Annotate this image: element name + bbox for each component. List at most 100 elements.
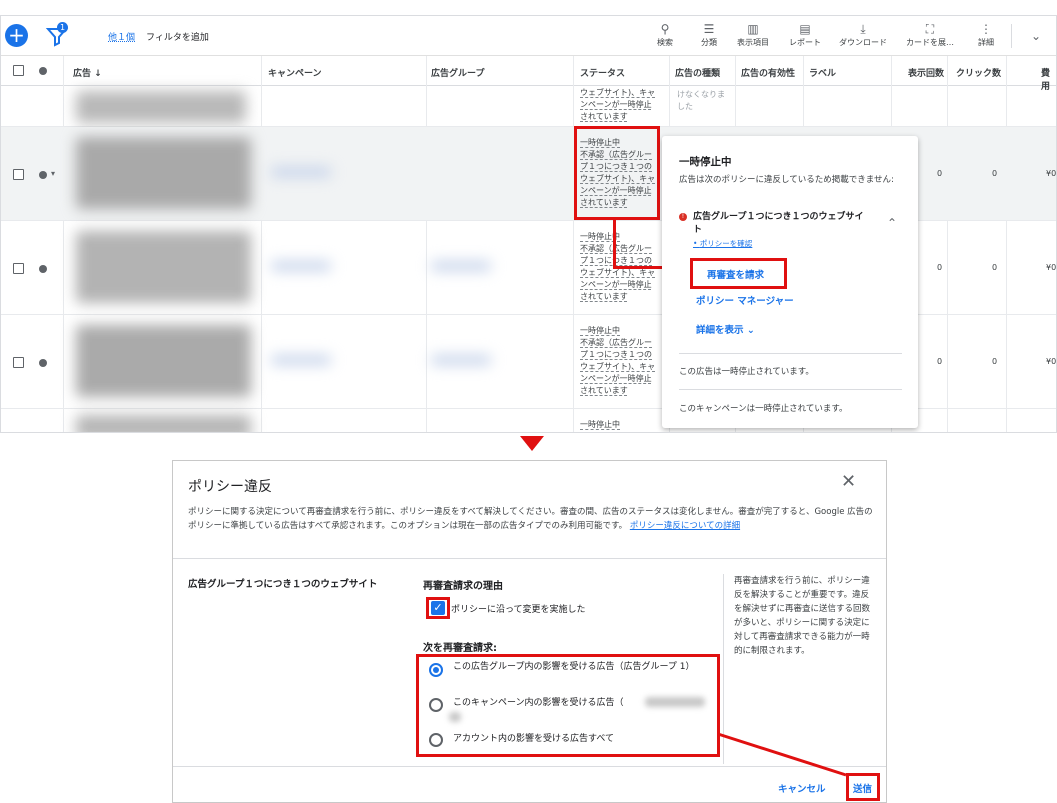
search-label: 検索: [657, 38, 673, 47]
impressions-cell: 0: [937, 263, 943, 272]
ad-type-cell: けなくなりま した: [677, 89, 732, 113]
status-line[interactable]: 一時停止中: [580, 419, 662, 431]
toolbar-divider: [1011, 24, 1012, 48]
col-clicks[interactable]: クリック数: [956, 66, 1001, 79]
status-line[interactable]: ウェブサイト)、キャ: [580, 87, 662, 99]
row-checkbox[interactable]: [13, 263, 24, 274]
cost-cell: ¥0: [1046, 169, 1057, 178]
col-impressions[interactable]: 表示回数: [908, 66, 944, 79]
status-line[interactable]: ンペーンが一時停止: [580, 99, 662, 111]
status-line[interactable]: プ１つにつき１つの: [580, 349, 662, 361]
ad-thumbnail-blurred: [76, 415, 251, 432]
status-line[interactable]: されています: [580, 111, 662, 123]
chevron-down-icon[interactable]: ⌄: [1031, 29, 1041, 43]
select-all-checkbox[interactable]: [13, 65, 24, 76]
dialog-divider: [173, 558, 886, 559]
ad-type-line: した: [677, 102, 693, 111]
segment-button[interactable]: ☰ 分類: [701, 22, 717, 48]
columns-label: 表示項目: [737, 38, 769, 47]
toolbar: + 1 他１個 フィルタを追加 ⚲ 検索 ☰ 分類 ▥ 表示項目 ▤ レポート ⤓ ダウン…: [1, 16, 1056, 56]
ad-thumbnail-blurred: [76, 231, 251, 303]
show-details-link[interactable]: 詳細を表示 ⌄: [696, 322, 755, 336]
segment-label: 分類: [701, 38, 717, 47]
paused-status-icon[interactable]: [39, 171, 47, 179]
add-button[interactable]: +: [5, 24, 28, 47]
ad-type-line: けなくなりま: [677, 90, 725, 99]
policy-manager-link[interactable]: ポリシー マネージャー: [696, 293, 794, 307]
status-popup: 一時停止中 広告は次のポリシーに違反しているため掲載できません: ! 広告グルー…: [662, 136, 918, 428]
paused-status-icon: [39, 265, 47, 273]
status-line[interactable]: 一時停止中: [580, 231, 662, 243]
reason-heading: 再審査請求の理由: [423, 581, 503, 592]
status-line[interactable]: ンペーンが一時停止: [580, 373, 662, 385]
col-campaign[interactable]: キャンペーン: [268, 66, 322, 79]
campaign-link-blurred[interactable]: [271, 355, 331, 365]
cost-cell: ¥0: [1046, 357, 1057, 366]
ad-paused-note: この広告は一時停止されています。: [679, 367, 814, 377]
table-header: 広告 ↓ キャンペーン 広告グループ ステータス 広告の種類 広告の有効性 ラベ…: [1, 56, 1056, 92]
impressions-cell: 0: [937, 169, 943, 178]
report-button[interactable]: ▤ レポート: [789, 22, 821, 48]
columns-button[interactable]: ▥ 表示項目: [737, 22, 769, 48]
campaign-link-blurred[interactable]: [271, 167, 331, 177]
adgroup-link-blurred[interactable]: [431, 261, 491, 271]
status-line[interactable]: ウェブサイト)、キャ: [580, 361, 662, 373]
submit-highlight-box: [846, 773, 880, 801]
clicks-cell: 0: [992, 263, 998, 272]
more-filters-link[interactable]: 他１個: [108, 30, 135, 43]
show-details-label: 詳細を表示: [696, 325, 744, 336]
dialog-description-text: ポリシーに関する決定について再審査請求を行う前に、ポリシー違反をすべて解決してく…: [188, 507, 873, 531]
callout-arrow-line: [613, 220, 616, 268]
ads-table-panel: + 1 他１個 フィルタを追加 ⚲ 検索 ☰ 分類 ▥ 表示項目 ▤ レポート ⤓ ダウン…: [0, 15, 1057, 433]
status-line[interactable]: 一時停止中: [580, 325, 662, 337]
table-row[interactable]: ウェブサイト)、キャ ンペーンが一時停止 されています けなくなりま した: [1, 87, 1056, 127]
expand-button[interactable]: ⛶ カードを展…: [906, 22, 954, 48]
col-ad-strength[interactable]: 広告の有効性: [741, 66, 795, 79]
status-line[interactable]: されています: [580, 385, 662, 397]
confirm-policy-link[interactable]: • ポリシーを確認: [693, 238, 752, 249]
col-adgroup[interactable]: 広告グループ: [431, 66, 484, 79]
more-label: 詳細: [978, 38, 994, 47]
status-cell: ウェブサイト)、キャ ンペーンが一時停止 されています: [580, 87, 662, 123]
col-ad[interactable]: 広告 ↓: [73, 66, 102, 79]
reason-option-label: ポリシーに沿って変更を実施した: [451, 605, 586, 615]
target-heading: 次を再審査請求:: [423, 643, 497, 654]
col-status[interactable]: ステータス: [580, 66, 625, 79]
cost-cell: ¥0: [1046, 263, 1057, 272]
policy-details-link[interactable]: ポリシー違反についての詳細: [630, 521, 740, 531]
policy-violation-dialog: ポリシー違反 ✕ ポリシーに関する決定について再審査請求を行う前に、ポリシー違反…: [172, 460, 887, 803]
status-cell: 一時停止中 不承認（広告グルー プ１つにつき１つの ウェブサイト)、キャ ンペー…: [580, 325, 662, 397]
search-button[interactable]: ⚲ 検索: [657, 22, 673, 48]
more-button[interactable]: ⋮ 詳細: [978, 22, 994, 48]
popup-title: 一時停止中: [679, 156, 732, 168]
row-checkbox[interactable]: [13, 169, 24, 180]
popup-description: 広告は次のポリシーに違反しているため掲載できません:: [679, 175, 894, 185]
status-line[interactable]: ンペーンが一時停止: [580, 279, 662, 291]
dialog-title: ポリシー違反: [188, 479, 272, 495]
ad-thumbnail-blurred: [76, 91, 246, 123]
cancel-button[interactable]: キャンセル: [778, 781, 826, 795]
error-icon: !: [679, 213, 687, 221]
status-highlight-box: [574, 126, 660, 220]
expand-icon: ⛶: [925, 22, 935, 36]
ad-thumbnail-blurred: [76, 137, 251, 209]
clicks-cell: 0: [992, 357, 998, 366]
status-dropdown-icon[interactable]: ▾: [51, 169, 55, 178]
campaign-link-blurred[interactable]: [271, 261, 331, 271]
row-checkbox[interactable]: [13, 357, 24, 368]
confirm-policy-label: ポリシーを確認: [699, 239, 753, 248]
download-button[interactable]: ⤓ ダウンロード: [839, 22, 887, 48]
status-line[interactable]: されています: [580, 291, 662, 303]
status-line[interactable]: 不承認（広告グルー: [580, 337, 662, 349]
download-label: ダウンロード: [839, 38, 887, 47]
col-label[interactable]: ラベル: [809, 66, 836, 79]
chevron-up-icon[interactable]: ⌃: [887, 216, 897, 230]
checkbox-highlight-box: [426, 597, 450, 619]
status-line[interactable]: 不承認（広告グルー: [580, 243, 662, 255]
dialog-divider: [173, 766, 886, 767]
adgroup-link-blurred[interactable]: [431, 355, 491, 365]
options-highlight-box: [416, 654, 720, 757]
col-ad-type[interactable]: 広告の種類: [675, 66, 720, 79]
add-filter-button[interactable]: フィルタを追加: [146, 30, 209, 43]
close-icon[interactable]: ✕: [841, 471, 856, 492]
